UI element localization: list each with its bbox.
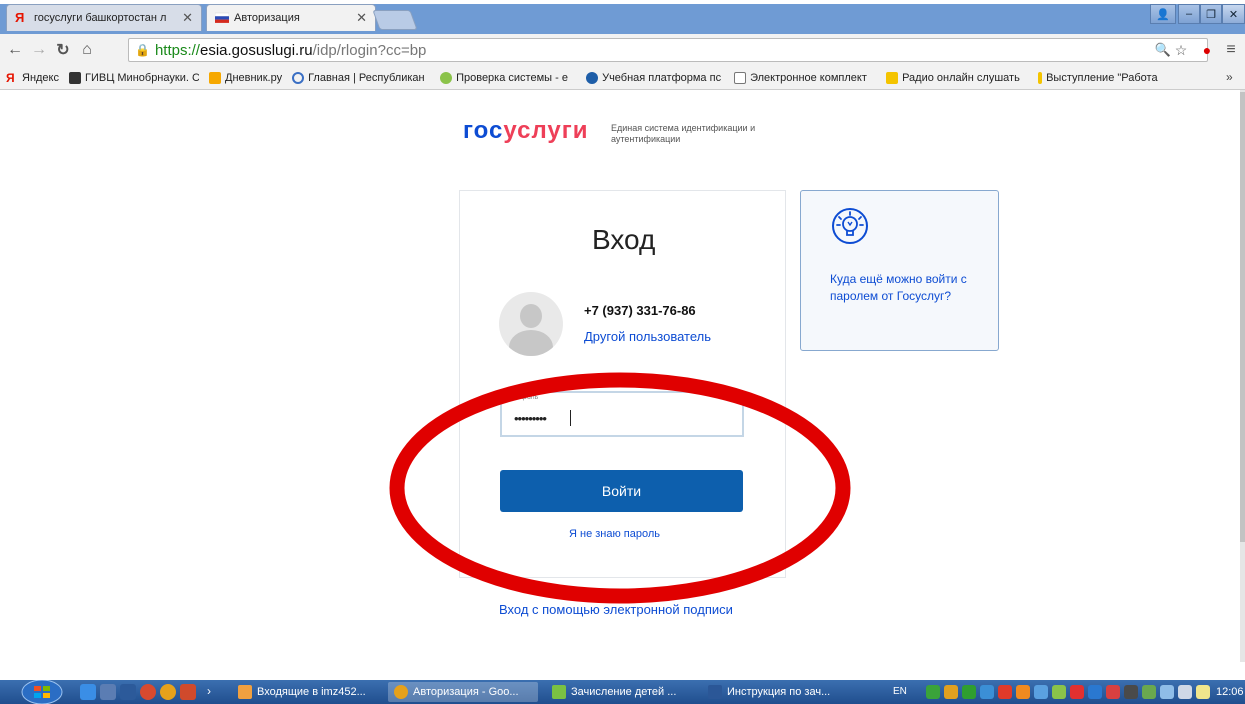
yandex-icon: Я xyxy=(15,10,25,25)
password-label: Пароль xyxy=(514,394,539,401)
language-indicator[interactable]: EN xyxy=(893,686,907,697)
close-window-button[interactable]: ✕ xyxy=(1222,4,1245,24)
page-icon xyxy=(734,71,747,84)
bookmark-system-check[interactable]: Проверка системы - е xyxy=(440,71,576,84)
tray-icon[interactable] xyxy=(1052,685,1066,699)
maximize-button[interactable]: ❐ xyxy=(1200,4,1222,24)
chrome-icon[interactable] xyxy=(160,684,176,700)
network-icon[interactable] xyxy=(1160,685,1174,699)
back-arrow-icon[interactable]: ← xyxy=(6,41,24,59)
volume-icon[interactable] xyxy=(1178,685,1192,699)
task-inbox[interactable]: Входящие в imz452... xyxy=(232,682,382,702)
yandex-icon: Я xyxy=(6,71,15,84)
bookmark-speech[interactable]: Выступление "Работа xyxy=(1038,71,1188,84)
task-enrollment[interactable]: Зачисление детей ... xyxy=(546,682,696,702)
bookmarks-bar: Я Яндекс ГИВЦ Минобрнауки. С Дневник.ру Г… xyxy=(0,66,1245,90)
bookmark-radio[interactable]: Радио онлайн слушать xyxy=(886,71,1028,84)
tray-icon[interactable] xyxy=(944,685,958,699)
folder-icon xyxy=(886,71,899,84)
logo-subtitle: Единая система идентификации и аутентифи… xyxy=(611,123,756,144)
opera-icon[interactable] xyxy=(140,684,156,700)
bookmark-givc[interactable]: ГИВЦ Минобрнауки. С xyxy=(69,71,199,84)
app-icon xyxy=(552,685,566,699)
ie-icon[interactable] xyxy=(80,684,96,700)
green-dot-icon xyxy=(440,71,453,84)
tray-icon[interactable] xyxy=(1088,685,1102,699)
forgot-password-link[interactable]: Я не знаю пароль xyxy=(569,528,660,540)
explorer-icon[interactable] xyxy=(120,684,136,700)
text-caret xyxy=(570,410,571,426)
tray-icon[interactable] xyxy=(962,685,976,699)
bookmark-dnevnik[interactable]: Дневник.ру xyxy=(209,71,282,84)
desktop-icon[interactable] xyxy=(100,684,116,700)
url-scheme: https:// xyxy=(154,41,200,59)
tab-gosuslugi-bashkortostan[interactable]: Я госуслуги башкортостан л ✕ xyxy=(6,4,202,31)
chevron-right-icon[interactable]: › xyxy=(207,684,211,698)
url-path: /idp/rlogin?cc=bp xyxy=(312,41,427,59)
login-button[interactable]: Войти xyxy=(500,470,743,512)
bookmark-icon xyxy=(1038,71,1043,84)
tray-icon[interactable] xyxy=(998,685,1012,699)
lock-icon: 🔒 xyxy=(135,43,150,57)
tray-icon[interactable] xyxy=(1034,685,1048,699)
tray-icon[interactable] xyxy=(1142,685,1156,699)
forward-arrow-icon[interactable]: → xyxy=(30,41,48,59)
page-title: Вход xyxy=(592,224,656,255)
user-phone: +7 (937) 331-76-86 xyxy=(584,303,696,318)
bookmark-main[interactable]: Главная | Республикан xyxy=(292,71,430,84)
url-host: esia.gosuslugi.ru xyxy=(199,41,313,59)
bird-icon xyxy=(69,71,81,84)
bookmark-yandex[interactable]: Я Яндекс xyxy=(6,72,59,84)
task-instruction[interactable]: Инструкция по зач... xyxy=(702,682,852,702)
bookmark-electronic[interactable]: Электронное комплект xyxy=(734,71,876,84)
platform-icon xyxy=(586,71,599,84)
russia-flag-icon xyxy=(215,12,229,23)
word-icon xyxy=(708,685,722,699)
bookmark-star-icon[interactable]: ☆ xyxy=(1172,41,1190,59)
lightbulb-icon xyxy=(832,208,868,244)
menu-icon[interactable]: ≡ xyxy=(1222,41,1240,59)
task-authorization[interactable]: Авторизация - Goo... xyxy=(388,682,538,702)
gosuslugi-logo[interactable]: госуслуги xyxy=(463,117,589,145)
tray-icon[interactable] xyxy=(1106,685,1120,699)
tab-title: госуслуги башкортостан л xyxy=(34,12,167,24)
tab-authorization[interactable]: Авторизация ✕ xyxy=(206,4,376,31)
firefox-icon[interactable] xyxy=(180,684,196,700)
tray-icon[interactable] xyxy=(1124,685,1138,699)
hint-text: Куда ещё можно войти с паролем от Госусл… xyxy=(830,272,967,303)
zoom-icon[interactable]: 🔍 xyxy=(1154,41,1172,59)
profile-icon[interactable]: 👤 xyxy=(1150,4,1176,24)
tray-icon[interactable] xyxy=(1016,685,1030,699)
minimize-button[interactable]: – xyxy=(1178,4,1200,24)
adblock-icon[interactable]: ● xyxy=(1198,41,1216,59)
dnevnik-icon xyxy=(209,71,221,84)
reload-icon[interactable]: ↻ xyxy=(54,41,72,59)
password-value: ••••••••• xyxy=(514,411,547,426)
other-user-link[interactable]: Другой пользователь xyxy=(584,329,711,344)
close-tab-icon[interactable]: ✕ xyxy=(182,10,193,26)
flag-icon[interactable] xyxy=(1196,685,1210,699)
mail-icon xyxy=(238,685,252,699)
tray-icon[interactable] xyxy=(1070,685,1084,699)
tab-title: Авторизация xyxy=(234,12,300,24)
clock[interactable]: 12:06 xyxy=(1216,686,1244,698)
bookmark-learning-platform[interactable]: Учебная платформа пс xyxy=(586,71,724,84)
esign-login-link[interactable]: Вход с помощью электронной подписи xyxy=(499,602,733,617)
more-bookmarks-button[interactable]: » xyxy=(1226,70,1233,84)
circle-icon xyxy=(292,71,305,84)
chrome-icon xyxy=(394,685,408,699)
scroll-thumb[interactable] xyxy=(1240,92,1245,542)
new-tab-button[interactable] xyxy=(372,10,418,30)
tray-icon[interactable] xyxy=(980,685,994,699)
tray-icon[interactable] xyxy=(926,685,940,699)
avatar xyxy=(499,292,563,356)
start-button[interactable] xyxy=(16,680,68,704)
close-tab-icon[interactable]: ✕ xyxy=(356,10,367,26)
address-bar[interactable]: 🔒 https://esia.gosuslugi.ru/idp/rlogin?c… xyxy=(128,38,1208,62)
home-icon[interactable]: ⌂ xyxy=(78,41,96,59)
